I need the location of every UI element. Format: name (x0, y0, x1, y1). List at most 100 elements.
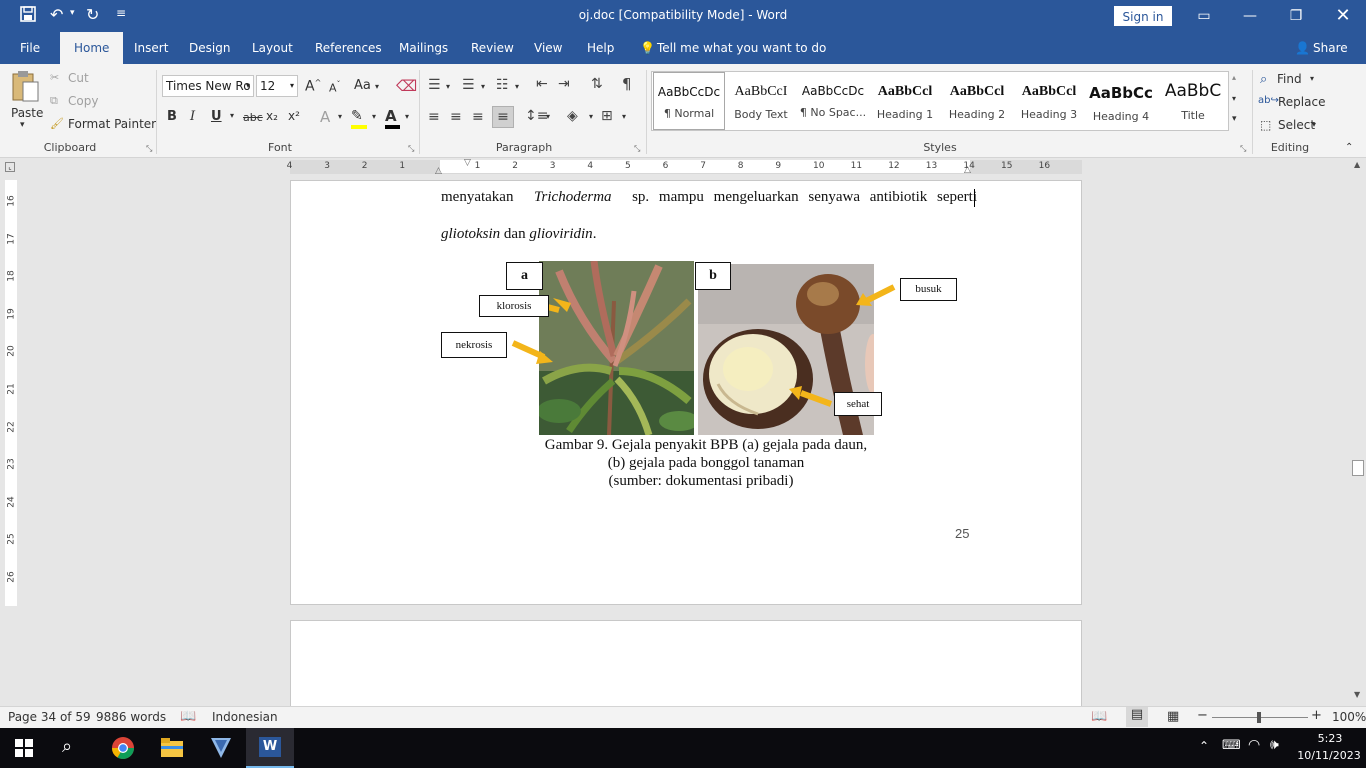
collapse-ribbon-icon[interactable]: ⌃ (1345, 142, 1353, 153)
file-explorer-icon[interactable] (161, 738, 183, 761)
format-painter-button[interactable]: Format Painter (68, 117, 156, 131)
zoom-in-icon[interactable]: + (1311, 708, 1322, 723)
proofing-icon[interactable]: 📖 (180, 709, 196, 724)
find-dropdown-icon[interactable]: ▾ (1310, 74, 1314, 83)
clear-formatting-icon[interactable]: ⌫ (396, 77, 417, 95)
keyboard-icon[interactable]: ⌨ (1222, 738, 1241, 753)
zoom-slider-thumb[interactable] (1257, 712, 1261, 723)
tab-file[interactable]: File (18, 32, 42, 64)
grow-font-button[interactable]: A^ (305, 78, 321, 95)
paste-dropdown-icon[interactable]: ▾ (20, 120, 25, 130)
hanging-indent-marker[interactable]: △ (435, 166, 442, 176)
highlight-icon[interactable]: ✎ (351, 108, 367, 129)
zoom-out-icon[interactable]: − (1197, 708, 1208, 723)
scroll-down-icon[interactable]: ▼ (1354, 690, 1360, 699)
vertical-ruler[interactable]: 16 17 18 19 20 21 22 23 24 25 26 (5, 180, 17, 606)
shrink-font-button[interactable]: Aˇ (329, 80, 341, 95)
read-mode-icon[interactable]: 📖 (1091, 709, 1107, 724)
clipboard-launcher-icon[interactable]: ⤡ (146, 144, 152, 154)
line-spacing-dropdown-icon[interactable]: ▾ (546, 112, 550, 121)
font-launcher-icon[interactable]: ⤡ (408, 144, 414, 154)
line-spacing-icon[interactable]: ↕≡ (525, 108, 548, 124)
copy-button[interactable]: Copy (68, 94, 98, 108)
copy-icon[interactable]: ⧉ (50, 94, 58, 108)
multilevel-dropdown-icon[interactable]: ▾ (515, 82, 519, 91)
replace-icon[interactable]: ab↪ (1258, 95, 1279, 106)
text-effects-icon[interactable]: A (320, 108, 330, 126)
tab-design[interactable]: Design (187, 32, 232, 64)
align-left-icon[interactable]: ≡ (428, 109, 440, 125)
minimize-icon[interactable]: — (1227, 0, 1273, 32)
close-icon[interactable]: ✕ (1320, 0, 1366, 32)
tell-me-search[interactable]: Tell me what you want to do (655, 32, 828, 64)
word-taskbar-button[interactable]: W (246, 728, 294, 768)
underline-dropdown-icon[interactable]: ▾ (230, 111, 234, 120)
ribbon-display-icon[interactable]: ▭ (1181, 0, 1227, 32)
numbering-dropdown-icon[interactable]: ▾ (481, 82, 485, 91)
change-case-button[interactable]: Aa ▾ (354, 78, 379, 93)
cut-button[interactable]: Cut (68, 71, 89, 85)
increase-indent-icon[interactable]: ⇥ (558, 76, 570, 92)
web-layout-icon[interactable]: ▦ (1167, 709, 1179, 724)
replace-button[interactable]: Replace (1278, 95, 1325, 109)
bullets-icon[interactable]: ☰ (428, 77, 441, 93)
volume-icon[interactable]: 🕪 (1270, 737, 1279, 753)
justify-icon[interactable]: ≡ (492, 106, 514, 128)
scroll-up-icon[interactable]: ▲ (1354, 160, 1360, 169)
tab-insert[interactable]: Insert (132, 32, 170, 64)
right-indent-marker[interactable]: △ (964, 165, 971, 175)
style-body-text[interactable]: AaBbCcI Body Text (725, 72, 797, 130)
style-normal[interactable]: AaBbCcDc ¶ Normal (653, 72, 725, 130)
tab-review[interactable]: Review (469, 32, 516, 64)
app-icon[interactable] (209, 736, 233, 763)
select-dropdown-icon[interactable]: ▾ (1312, 120, 1316, 129)
sign-in-button[interactable]: Sign in (1114, 6, 1172, 26)
tab-references[interactable]: References (313, 32, 384, 64)
styles-scroll-down-icon[interactable]: ▾ (1232, 94, 1236, 103)
search-icon[interactable]: ⌕ (62, 736, 72, 757)
multilevel-list-icon[interactable]: ☷ (496, 77, 509, 93)
select-button[interactable]: Select (1278, 118, 1315, 132)
style-title[interactable]: AaBbC Title (1157, 72, 1229, 130)
bold-button[interactable]: B (167, 109, 177, 124)
paste-icon[interactable] (9, 70, 41, 104)
format-painter-icon[interactable]: 🖌 (50, 117, 64, 130)
borders-icon[interactable]: ⊞ (601, 108, 613, 124)
clock-date[interactable]: 10/11/2023 (1296, 749, 1362, 762)
tab-help[interactable]: Help (585, 32, 616, 64)
italic-button[interactable]: I (190, 109, 195, 124)
styles-more-icon[interactable]: ▾ (1232, 114, 1237, 124)
tab-layout[interactable]: Layout (250, 32, 295, 64)
share-icon[interactable]: 👤 (1293, 32, 1312, 64)
tab-view[interactable]: View (532, 32, 564, 64)
tab-selector-icon[interactable]: ⌞ (5, 162, 15, 172)
sort-icon[interactable]: ⇅ (591, 76, 603, 92)
paragraph-launcher-icon[interactable]: ⤡ (634, 144, 640, 154)
text-effects-dropdown-icon[interactable]: ▾ (338, 112, 342, 121)
styles-scroll-up-icon[interactable]: ▴ (1232, 73, 1236, 82)
style-heading-3[interactable]: AaBbCcl Heading 3 (1013, 72, 1085, 130)
zoom-level[interactable]: 100% (1332, 710, 1366, 724)
language-indicator[interactable]: Indonesian (212, 710, 278, 724)
style-heading-2[interactable]: AaBbCcl Heading 2 (941, 72, 1013, 130)
tab-home[interactable]: Home (60, 32, 124, 64)
borders-dropdown-icon[interactable]: ▾ (622, 112, 626, 121)
decrease-indent-icon[interactable]: ⇤ (536, 76, 548, 92)
scroll-thumb[interactable] (1352, 460, 1364, 476)
horizontal-ruler[interactable]: 4 3 2 1 1 2 3 4 5 6 7 8 9 10 11 12 13 14 15 16 ▽ △ △ (287, 158, 1082, 176)
align-center-icon[interactable]: ≡ (450, 109, 462, 125)
page-count[interactable]: Page 34 of 59 (8, 710, 91, 724)
word-count[interactable]: 9886 words (96, 710, 166, 724)
superscript-button[interactable]: x² (288, 109, 300, 123)
align-right-icon[interactable]: ≡ (472, 109, 484, 125)
style-heading-4[interactable]: AaBbCc Heading 4 (1085, 72, 1157, 130)
show-formatting-icon[interactable]: ¶ (622, 75, 632, 93)
font-color-icon[interactable]: A (385, 107, 400, 129)
document-page[interactable]: menyatakan Trichoderma sp. mampu mengelu… (290, 180, 1082, 605)
font-color-dropdown-icon[interactable]: ▾ (405, 112, 409, 121)
first-line-indent-marker[interactable]: ▽ (464, 158, 471, 168)
shading-dropdown-icon[interactable]: ▾ (589, 112, 593, 121)
bullets-dropdown-icon[interactable]: ▾ (446, 82, 450, 91)
shading-icon[interactable]: ◈ (567, 108, 578, 124)
paste-button[interactable]: Paste (11, 106, 43, 120)
